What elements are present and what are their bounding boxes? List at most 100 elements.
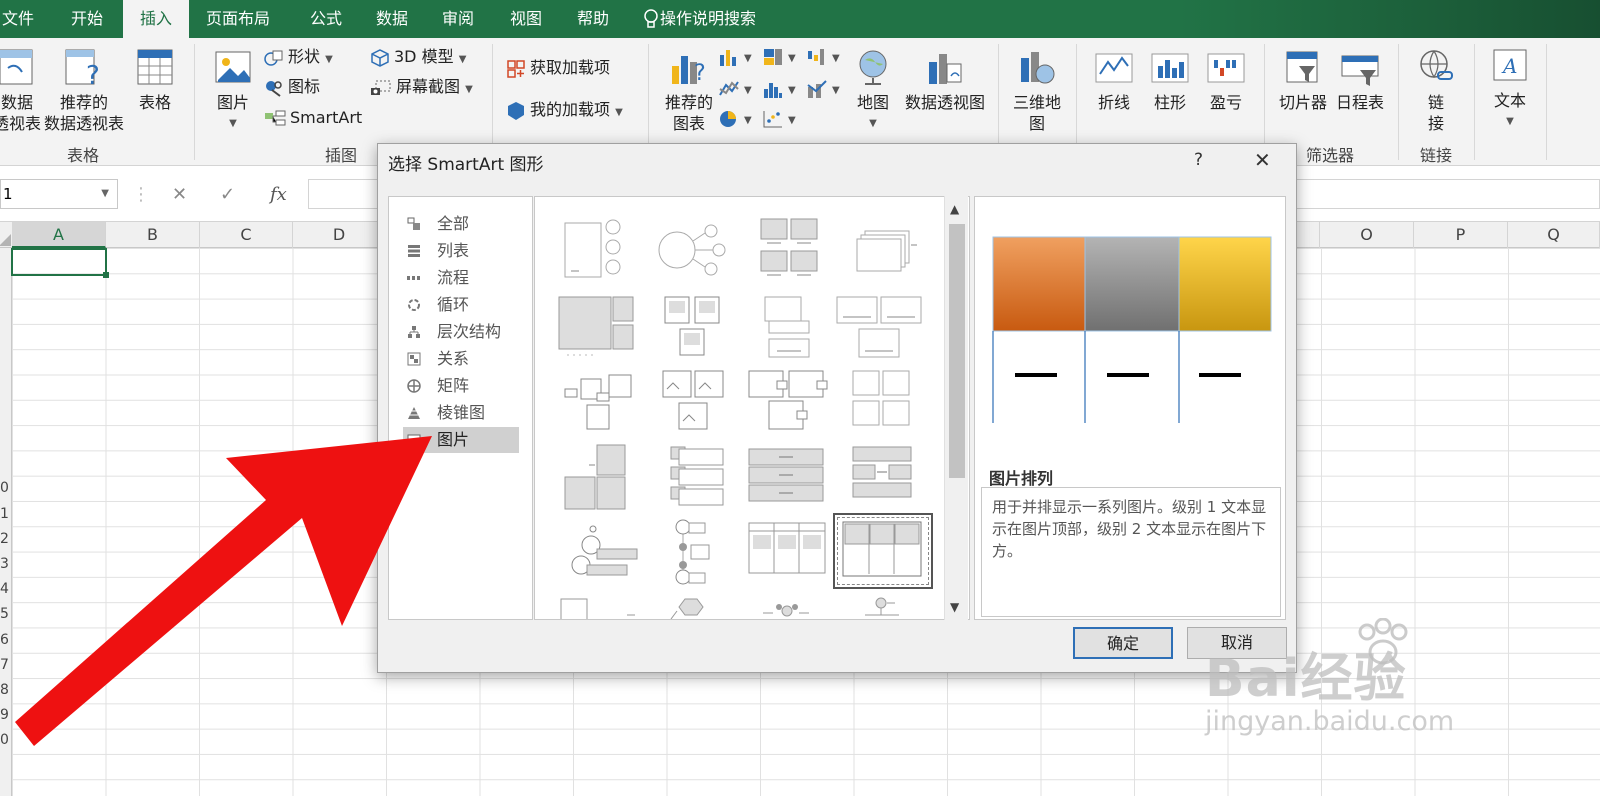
column-header-o[interactable]: O [1320, 222, 1414, 248]
tell-me-search[interactable]: 操作说明搜索 [644, 0, 756, 38]
row-number[interactable]: 0 [0, 480, 12, 496]
category-matrix[interactable]: 矩阵 [403, 373, 519, 399]
category-picture[interactable]: 图片 [403, 427, 519, 453]
timeline-button[interactable]: 日程表 [1334, 48, 1386, 113]
3d-map-button[interactable]: 三维地 图 [1008, 48, 1066, 134]
tab-view[interactable]: 视图 [498, 0, 554, 38]
layout-thumbnail[interactable] [649, 215, 745, 285]
ok-button[interactable]: 确定 [1073, 627, 1173, 659]
pivot-table-button[interactable]: 数据 透视表 [0, 48, 42, 134]
my-addins-button[interactable]: 我的加载项 ▼ [506, 98, 623, 122]
selected-layout-picture-grid[interactable] [833, 513, 933, 589]
row-number[interactable]: 3 [0, 556, 12, 572]
row-number[interactable]: 6 [0, 632, 12, 648]
category-cycle[interactable]: 循环 [403, 292, 519, 318]
category-list-item[interactable]: 列表 [403, 238, 519, 264]
layout-thumbnail[interactable] [557, 443, 653, 513]
layout-thumbnail[interactable] [649, 367, 745, 437]
category-process[interactable]: 流程 [403, 265, 519, 291]
tab-review[interactable]: 审阅 [430, 0, 486, 38]
text-button[interactable]: A 文本 ▼ [1486, 46, 1534, 132]
tab-data[interactable]: 数据 [362, 0, 422, 38]
gallery-scrollbar[interactable]: ▲ ▼ [944, 196, 968, 620]
shapes-button[interactable]: 形状 ▼ [264, 45, 333, 69]
category-all[interactable]: 全部 [403, 211, 519, 237]
screenshot-button[interactable]: 屏幕截图 ▼ [370, 75, 473, 99]
cancel-icon[interactable]: ✕ [172, 184, 187, 205]
recommended-pivot-button[interactable]: ? 推荐的 数据透视表 [44, 48, 124, 134]
layout-thumbnail[interactable] [741, 215, 837, 285]
line-chart-button[interactable]: ▼ [718, 76, 752, 100]
scroll-down-icon[interactable]: ▼ [950, 600, 959, 614]
tab-help[interactable]: 帮助 [565, 0, 621, 38]
layout-thumbnail[interactable] [833, 215, 929, 285]
icons-button[interactable]: 图标 [264, 75, 320, 99]
row-number[interactable]: 5 [0, 606, 12, 622]
layout-thumbnail[interactable] [741, 593, 837, 620]
pie-chart-button[interactable]: ▼ [718, 106, 752, 130]
layout-thumbnail[interactable] [833, 593, 929, 620]
select-all-corner[interactable] [0, 222, 12, 248]
link-button[interactable]: 链 接 [1410, 48, 1462, 134]
column-header-a[interactable]: A [12, 222, 106, 248]
close-button[interactable]: ✕ [1254, 148, 1271, 172]
category-hierarchy[interactable]: 层次结构 [403, 319, 519, 345]
active-cell-a1[interactable] [11, 248, 109, 278]
tab-home[interactable]: 开始 [54, 0, 120, 38]
layout-thumbnail[interactable] [833, 367, 929, 437]
layout-thumbnail[interactable] [557, 517, 653, 587]
waterfall-chart-button[interactable]: ▼ [806, 44, 840, 68]
category-pyramid[interactable]: 棱锥图 [403, 400, 519, 426]
layout-thumbnail[interactable] [557, 593, 653, 620]
row-number[interactable]: 7 [0, 657, 12, 673]
layout-thumbnail[interactable] [833, 293, 929, 363]
column-header-c[interactable]: C [200, 222, 293, 248]
scatter-chart-button[interactable]: ▼ [762, 106, 796, 130]
layout-thumbnail[interactable] [833, 443, 929, 513]
name-box[interactable]: 1 ▼ [0, 179, 118, 209]
slicer-button[interactable]: 切片器 [1274, 48, 1332, 113]
get-addins-button[interactable]: 获取加载项 [506, 56, 610, 80]
tab-insert[interactable]: 插入 [123, 0, 189, 38]
help-button[interactable]: ? [1194, 150, 1203, 170]
layout-thumbnail[interactable] [649, 593, 745, 620]
row-number[interactable]: 2 [0, 531, 12, 547]
column-header-b[interactable]: B [106, 222, 200, 248]
column-header-q[interactable]: Q [1508, 222, 1600, 248]
sparkline-column-button[interactable]: 柱形 [1148, 48, 1192, 113]
tab-page-layout[interactable]: 页面布局 [196, 0, 280, 38]
insert-function-icon[interactable]: fx [270, 184, 287, 205]
layout-thumbnail[interactable] [741, 367, 837, 437]
column-header-p[interactable]: P [1414, 222, 1508, 248]
scroll-up-icon[interactable]: ▲ [950, 202, 959, 216]
pictures-button[interactable]: 图片 ▼ [210, 48, 256, 134]
layout-thumbnail[interactable] [557, 293, 653, 363]
sparkline-winloss-button[interactable]: 盈亏 [1204, 48, 1248, 113]
row-number[interactable]: 0 [0, 732, 12, 748]
recommended-charts-button[interactable]: ? 推荐的 图表 [660, 48, 718, 134]
layout-thumbnail[interactable] [649, 443, 745, 513]
statistic-chart-button[interactable]: ▼ [762, 76, 796, 100]
fill-handle[interactable] [103, 272, 109, 278]
tab-file[interactable]: 文件 [0, 0, 36, 38]
column-chart-button[interactable]: ▼ [718, 44, 752, 68]
column-header-d[interactable]: D [293, 222, 386, 248]
chevron-down-icon[interactable]: ▼ [101, 180, 109, 208]
category-relationship[interactable]: 关系 [403, 346, 519, 372]
row-number[interactable]: 4 [0, 581, 12, 597]
layout-thumbnail[interactable] [557, 367, 653, 437]
enter-icon[interactable]: ✓ [220, 184, 235, 205]
layout-thumbnail[interactable] [649, 517, 745, 587]
layout-thumbnail[interactable] [741, 443, 837, 513]
layout-thumbnail[interactable] [649, 293, 745, 363]
row-number[interactable]: 1 [0, 506, 12, 522]
layout-thumbnail[interactable] [741, 293, 837, 363]
row-number[interactable]: 8 [0, 682, 12, 698]
maps-button[interactable]: 地图 ▼ [852, 48, 894, 134]
scrollbar-thumb[interactable] [949, 224, 965, 478]
pivot-chart-button[interactable]: 数据透视图 [900, 48, 990, 113]
sparkline-line-button[interactable]: 折线 [1092, 48, 1136, 113]
row-number[interactable]: 9 [0, 707, 12, 723]
smartart-button[interactable]: SmartArt [264, 106, 362, 130]
layout-thumbnail[interactable] [557, 215, 653, 285]
